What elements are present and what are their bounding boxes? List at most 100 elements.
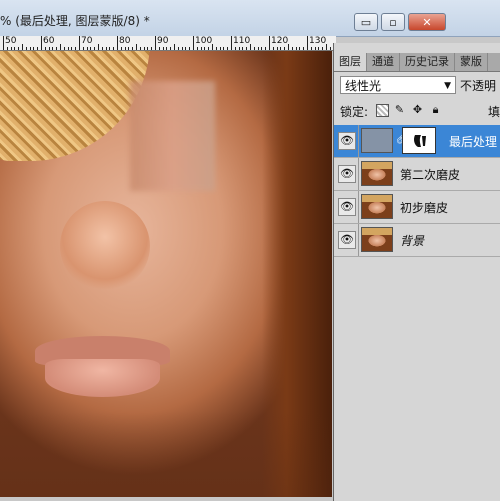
lock-transparency-icon[interactable] <box>376 104 389 117</box>
eye-icon[interactable]: 👁︎ <box>338 231 356 249</box>
ruler-tick <box>299 47 300 50</box>
ruler-tick <box>41 36 42 50</box>
ruler-tick <box>140 47 141 50</box>
minimize-button[interactable]: ▭ <box>354 13 378 31</box>
layer-row-final[interactable]: 👁︎ 🔗︎ 最后处理 <box>334 125 500 158</box>
minimize-icon: ▭ <box>360 15 372 29</box>
layer-thumbnail[interactable] <box>361 194 393 219</box>
mask-shape-icon <box>414 135 426 147</box>
ruler-tick <box>330 47 331 50</box>
blend-mode-value: 线性光 <box>345 79 382 93</box>
ruler-tick <box>151 47 152 50</box>
ruler-tick <box>193 36 194 50</box>
layers-panel: 图层 通道 历史记录 蒙版 线性光 ▼ 不透明 锁定: ✎ ✥ 🔒︎ 填 👁︎ … <box>333 43 500 501</box>
ruler-tick <box>269 36 270 50</box>
ruler-tick <box>90 47 91 50</box>
ruler-label: 120 <box>271 36 289 46</box>
chevron-down-icon: ▼ <box>444 81 451 91</box>
eye-icon[interactable]: 👁︎ <box>338 165 356 183</box>
ruler-tick <box>315 47 316 50</box>
ruler-tick <box>166 47 167 50</box>
ruler-tick <box>98 44 99 50</box>
ruler-tick <box>56 47 57 50</box>
restore-button[interactable]: ▫ <box>381 13 405 31</box>
ruler-tick <box>204 47 205 50</box>
layer-row-second-smooth[interactable]: 👁︎ 第二次磨皮 <box>334 158 500 191</box>
document-title: % (最后处理, 图层蒙版/8) * <box>0 14 150 28</box>
tab-channels[interactable]: 通道 <box>367 53 400 71</box>
lock-move-icon[interactable]: ✥ <box>412 104 423 115</box>
layer-row-background[interactable]: 👁︎ 背景 <box>334 224 500 257</box>
ruler-tick <box>258 47 259 50</box>
ruler-label: 110 <box>233 36 251 46</box>
blend-row: 线性光 ▼ 不透明 <box>340 76 500 96</box>
ruler-tick <box>235 47 236 50</box>
ruler-tick <box>30 47 31 50</box>
ruler-tick <box>242 47 243 50</box>
ruler-tick <box>292 47 293 50</box>
ruler-tick <box>144 47 145 50</box>
ruler-tick <box>212 44 213 50</box>
ruler-tick <box>83 47 84 50</box>
lock-all-icon[interactable]: 🔒︎ <box>430 104 441 115</box>
ruler-label: 80 <box>119 36 131 46</box>
ruler-tick <box>280 47 281 50</box>
image-canvas[interactable] <box>0 51 332 497</box>
ruler-tick <box>254 47 255 50</box>
ruler-tick <box>75 47 76 50</box>
ruler-tick <box>94 47 95 50</box>
tab-history[interactable]: 历史记录 <box>400 53 455 71</box>
ruler-tick <box>284 47 285 50</box>
ruler-tick <box>33 47 34 50</box>
ruler-tick <box>155 36 156 50</box>
ruler-tick <box>277 47 278 50</box>
layer-row-first-smooth[interactable]: 👁︎ 初步磨皮 <box>334 191 500 224</box>
ruler-tick <box>239 47 240 50</box>
ruler-tick <box>261 47 262 50</box>
ruler-label: 50 <box>5 36 17 46</box>
ruler-tick <box>14 47 15 50</box>
photo-hat <box>0 51 150 161</box>
ruler-tick <box>52 47 53 50</box>
layer-name: 初步磨皮 <box>400 201 449 215</box>
ruler-tick <box>22 44 23 50</box>
ruler-tick <box>125 47 126 50</box>
layer-divider <box>358 125 359 157</box>
layer-thumbnail[interactable] <box>361 161 393 186</box>
ruler-tick <box>307 36 308 50</box>
ruler-tick <box>223 47 224 50</box>
ruler-tick <box>174 44 175 50</box>
ruler-tick <box>18 47 19 50</box>
ruler-tick <box>71 47 72 50</box>
ruler-tick <box>326 44 327 50</box>
lock-brush-icon[interactable]: ✎ <box>394 104 405 115</box>
ruler-tick <box>227 47 228 50</box>
ruler-label: 130 <box>309 36 327 46</box>
photo-lower-lip <box>45 359 160 397</box>
ruler-tick <box>231 36 232 50</box>
eye-icon[interactable]: 👁︎ <box>338 198 356 216</box>
layer-thumbnail[interactable] <box>361 128 393 153</box>
ruler-tick <box>7 47 8 50</box>
horizontal-ruler[interactable]: 50 60 70 80 90 100 110 120 130 <box>0 36 336 51</box>
blend-mode-select[interactable]: 线性光 ▼ <box>340 76 456 94</box>
layer-thumbnail[interactable] <box>361 227 393 252</box>
photo-mask-strip <box>130 81 215 191</box>
window-controls: ▭ ▫ ✕ <box>354 13 446 31</box>
tab-masks[interactable]: 蒙版 <box>455 53 488 71</box>
ruler-tick <box>109 47 110 50</box>
photo-chin-shadow <box>0 411 332 497</box>
layer-list: 👁︎ 🔗︎ 最后处理 👁︎ 第二次磨皮 👁︎ 初步磨皮 <box>334 125 500 257</box>
close-button[interactable]: ✕ <box>408 13 446 31</box>
eye-icon[interactable]: 👁︎ <box>338 132 356 150</box>
ruler-tick <box>216 47 217 50</box>
tab-layers[interactable]: 图层 <box>334 53 367 71</box>
document-title-bar: % (最后处理, 图层蒙版/8) * ▭ ▫ ✕ <box>0 0 500 37</box>
layer-mask-thumbnail[interactable] <box>402 127 436 154</box>
lock-row: 锁定: ✎ ✥ 🔒︎ 填 <box>340 103 500 119</box>
ruler-tick <box>147 47 148 50</box>
ruler-tick <box>265 47 266 50</box>
ruler-label: 60 <box>43 36 55 46</box>
ruler-tick <box>208 47 209 50</box>
ruler-tick <box>68 47 69 50</box>
